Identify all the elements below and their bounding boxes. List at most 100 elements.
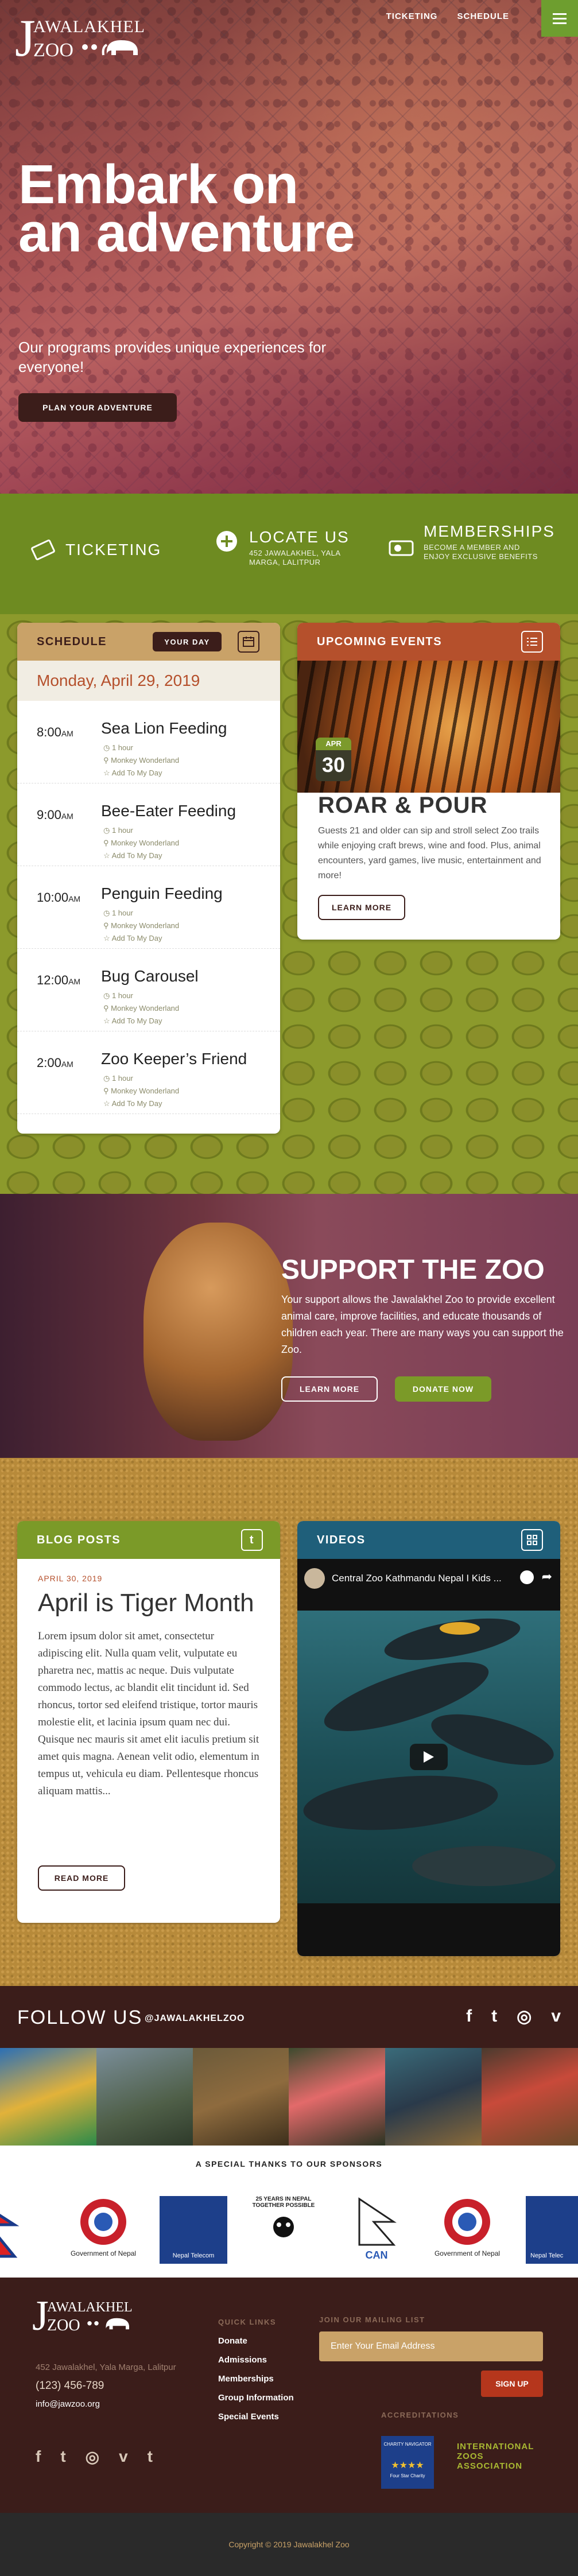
list-icon[interactable] <box>521 631 543 653</box>
schedule-events-section: SCHEDULE YOUR DAY Monday, April 29, 2019… <box>0 614 578 1194</box>
videos-header: VIDEOS <box>297 1521 560 1559</box>
link-group-information[interactable]: Group Information <box>218 2388 294 2407</box>
logo-text-top: AWALAKHEL <box>33 17 145 36</box>
facebook-icon[interactable]: f <box>36 2447 41 2466</box>
add-to-my-day-link[interactable]: ☆ Add To My Day <box>103 769 162 778</box>
twitter-icon[interactable]: t <box>491 2007 497 2027</box>
link-admissions[interactable]: Admissions <box>218 2350 294 2369</box>
vimeo-icon[interactable]: v <box>119 2447 128 2466</box>
site-logo[interactable]: J AWALAKHEL ZOO <box>15 11 145 64</box>
logo-text-bottom: ZOO <box>33 37 147 61</box>
international-zoos-association[interactable]: INTERNATIONAL ZOOS ASSOCIATION <box>457 2442 537 2471</box>
photo-mandrill[interactable] <box>482 2048 578 2146</box>
sponsor-logo[interactable] <box>0 2196 29 2265</box>
footer-social-icons: f t ◎ v t <box>36 2447 153 2466</box>
nav-ticketing[interactable]: TICKETING <box>386 11 438 21</box>
event-time: 12:00AM <box>37 973 81 987</box>
support-learn-more-button[interactable]: LEARN MORE <box>281 1376 378 1402</box>
charity-navigator-badge[interactable]: CHARITY NAVIGATOR ★★★★ Four Star Charity <box>381 2436 434 2489</box>
info-ticketing[interactable]: TICKETING <box>30 537 161 564</box>
link-donate[interactable]: Donate <box>218 2331 294 2350</box>
hamburger-menu-button[interactable] <box>541 0 578 37</box>
event-duration: ◷ 1 hour <box>103 826 133 835</box>
menu-bar-icon <box>553 17 567 20</box>
quick-links-list: Donate Admissions Memberships Group Info… <box>218 2331 294 2426</box>
event-location: ⚲ Monkey Wonderland <box>103 921 180 930</box>
footer-email[interactable]: info@jawzoo.org <box>36 2399 100 2409</box>
instagram-icon[interactable]: ◎ <box>86 2447 99 2466</box>
hero-section: J AWALAKHEL ZOO TICKETING SCHEDULE Embar… <box>0 0 578 494</box>
vimeo-icon[interactable]: v <box>551 2007 561 2027</box>
event-duration: ◷ 1 hour <box>103 1074 133 1083</box>
elephant-logo-icon <box>82 40 138 56</box>
email-input[interactable]: Enter Your Email Address <box>319 2331 543 2361</box>
accreditations-title: ACCREDITATIONS <box>381 2411 459 2419</box>
event-name[interactable]: Penguin Feeding <box>101 884 223 903</box>
event-name[interactable]: Zoo Keeper’s Friend <box>101 1050 247 1068</box>
event-time: 10:00AM <box>37 890 81 905</box>
info-memberships[interactable]: MEMBERSHIPS BECOME A MEMBER AND ENJOY EXC… <box>388 522 555 561</box>
follow-handle[interactable]: @JAWALAKHELZOO <box>145 2014 245 2024</box>
event-location: ⚲ Monkey Wonderland <box>103 1004 180 1012</box>
event-name[interactable]: Bug Carousel <box>101 967 199 986</box>
sponsor-government-logo-2[interactable]: Government of Nepal <box>433 2196 502 2265</box>
sponsor-can-logo[interactable]: CAN <box>342 2196 411 2265</box>
facebook-icon[interactable]: f <box>466 2007 472 2027</box>
follow-bar: FOLLOW US @JAWALAKHELZOO f t ◎ v <box>0 1986 578 2048</box>
video-player[interactable]: Central Zoo Kathmandu Nepal I Kids ... ➦ <box>297 1559 560 1956</box>
photo-primate[interactable] <box>192 2048 289 2146</box>
video-thumbnail <box>297 1610 560 1903</box>
support-section: SUPPORT THE ZOO Your support allows the … <box>0 1194 578 1458</box>
photo-flamingo[interactable] <box>289 2048 386 2146</box>
event-time: 9:00AM <box>37 808 73 822</box>
photo-bird[interactable] <box>96 2048 193 2146</box>
footer-logo[interactable]: J AWALAKHEL ZOO <box>32 2295 133 2337</box>
event-name[interactable]: Bee-Eater Feeding <box>101 802 236 820</box>
sponsor-wwf-logo[interactable]: 25 YEARS IN NEPAL TOGETHER POSSIBLE <box>249 2196 318 2265</box>
calendar-icon[interactable] <box>238 631 259 653</box>
tumblr-icon[interactable]: t <box>148 2447 153 2466</box>
hero-subtitle: Our programs provides unique experiences… <box>18 339 327 375</box>
add-to-my-day-link[interactable]: ☆ Add To My Day <box>103 1017 162 1026</box>
follow-title: FOLLOW US <box>17 2007 143 2028</box>
event-date-badge: APR 30 <box>316 738 351 781</box>
your-day-toggle[interactable]: YOUR DAY <box>153 632 222 651</box>
menu-bar-icon <box>553 13 567 15</box>
blog-title: BLOG POSTS <box>37 1533 121 1546</box>
tumblr-icon[interactable]: t <box>241 1529 263 1551</box>
sponsor-nepal-telecom-logo-2[interactable]: Nepal Telec <box>526 2196 578 2265</box>
sponsors-title: A SPECIAL THANKS TO OUR SPONSORS <box>195 2159 383 2168</box>
add-to-my-day-link[interactable]: ☆ Add To My Day <box>103 1099 162 1108</box>
add-to-my-day-link[interactable]: ☆ Add To My Day <box>103 851 162 860</box>
play-icon[interactable] <box>410 1744 448 1770</box>
footer-phone[interactable]: (123) 456-789 <box>36 2380 104 2392</box>
instagram-icon[interactable]: ◎ <box>517 2007 532 2027</box>
link-memberships[interactable]: Memberships <box>218 2369 294 2388</box>
clock-icon[interactable] <box>520 1570 534 1584</box>
info-locate[interactable]: LOCATE US 452 JAWALAKHEL, YALA MARGA, LAL… <box>214 528 358 567</box>
blog-post-title[interactable]: April is Tiger Month <box>38 1589 259 1617</box>
blog-excerpt: Lorem ipsum dolor sit amet, consectetur … <box>38 1630 259 1797</box>
plan-adventure-button[interactable]: PLAN YOUR ADVENTURE <box>18 393 177 422</box>
support-text: Your support allows the Jawalakhel Zoo t… <box>281 1294 564 1355</box>
sponsor-government-logo[interactable]: Government of Nepal <box>69 2196 138 2265</box>
add-to-my-day-link[interactable]: ☆ Add To My Day <box>103 934 162 943</box>
schedule-event: 9:00AM Bee-Eater Feeding ◷ 1 hour ⚲ Monkey … <box>17 783 280 866</box>
info-member-sub: BECOME A MEMBER AND ENJOY EXCLUSIVE BENE… <box>424 543 538 561</box>
twitter-icon[interactable]: t <box>60 2447 65 2466</box>
nav-schedule[interactable]: SCHEDULE <box>457 11 509 21</box>
event-time: 2:00AM <box>37 1056 73 1070</box>
link-special-events[interactable]: Special Events <box>218 2407 294 2426</box>
sponsor-nepal-telecom-logo[interactable]: Nepal Telecom <box>160 2196 228 2265</box>
event-learn-more-button[interactable]: LEARN MORE <box>318 895 405 920</box>
event-duration: ◷ 1 hour <box>103 743 133 752</box>
photo-parrots[interactable] <box>0 2048 96 2146</box>
donate-now-button[interactable]: DONATE NOW <box>395 1376 491 1402</box>
grid-icon[interactable] <box>521 1529 543 1551</box>
read-more-button[interactable]: READ MORE <box>38 1865 125 1891</box>
event-name[interactable]: Sea Lion Feeding <box>101 719 227 738</box>
sign-up-button[interactable]: SIGN UP <box>481 2371 543 2397</box>
plus-icon <box>214 528 240 554</box>
share-icon[interactable]: ➦ <box>542 1569 552 1584</box>
photo-heron[interactable] <box>385 2048 482 2146</box>
